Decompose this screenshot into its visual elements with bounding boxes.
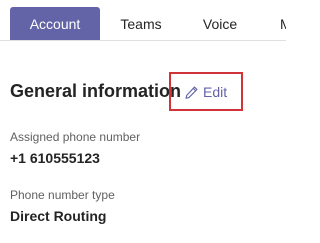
phone-number-type-label: Phone number type	[10, 188, 115, 202]
tab-voice[interactable]: Voice	[182, 7, 258, 41]
assigned-phone-number-value: +1 610555123	[10, 150, 100, 166]
tab-more[interactable]: M	[276, 7, 286, 41]
tab-bar: Account Teams Voice M	[0, 0, 286, 41]
tab-account[interactable]: Account	[10, 7, 100, 41]
edit-button[interactable]: Edit	[184, 82, 227, 102]
section-title: General information	[10, 81, 182, 101]
assigned-phone-number-label: Assigned phone number	[10, 130, 141, 144]
pencil-icon	[184, 85, 199, 100]
phone-number-type-value: Direct Routing	[10, 208, 107, 224]
edit-label: Edit	[203, 84, 228, 100]
tab-teams[interactable]: Teams	[100, 7, 182, 41]
tab-bar-divider	[0, 40, 286, 41]
